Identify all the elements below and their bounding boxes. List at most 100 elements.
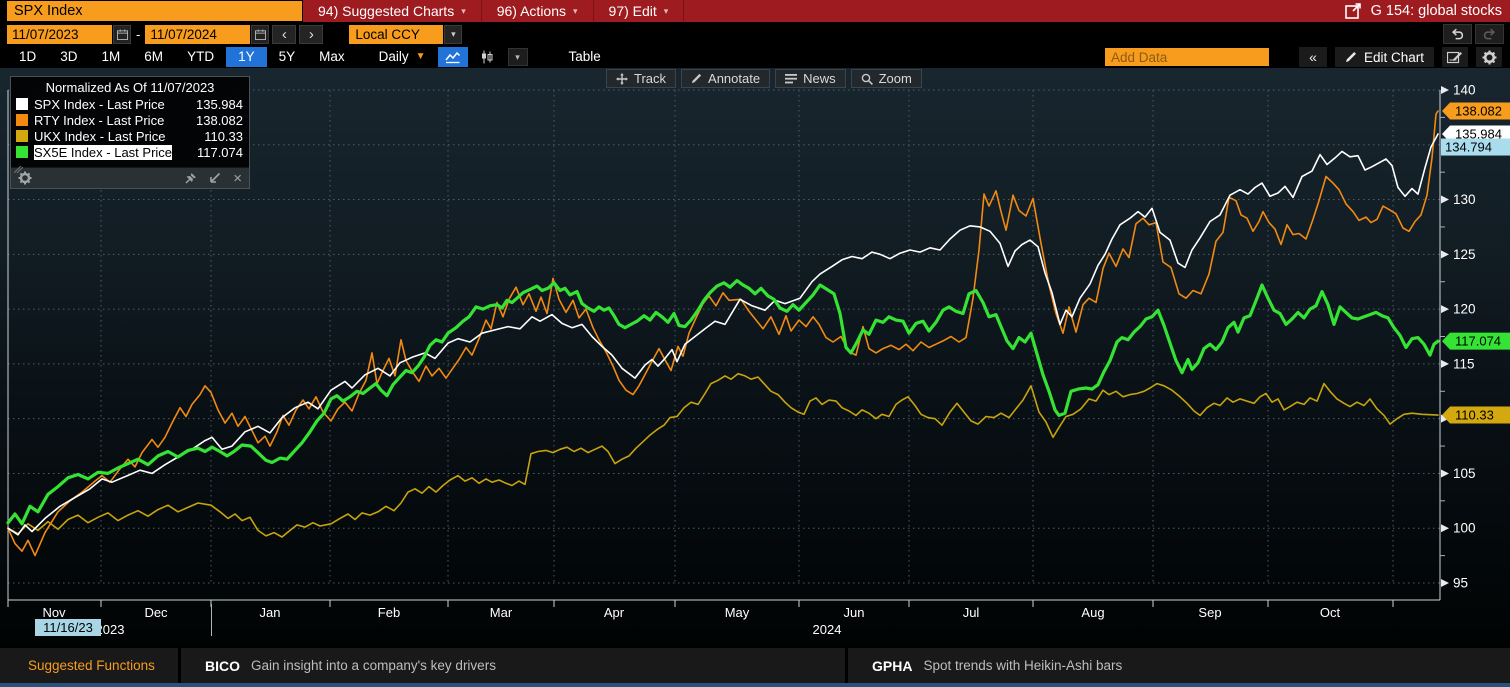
calendar-icon [255, 29, 266, 40]
button-label: News [803, 71, 836, 86]
function-description: Gain insight into a company's key driver… [251, 658, 496, 673]
chart-toolbar: 1D3D1M6MYTD1Y5YMax Daily ▼ ▾ Table « Edi… [0, 46, 1510, 68]
chart-overlay-buttons: Track Annotate News Zoom [606, 69, 922, 88]
gear-icon [1482, 50, 1497, 65]
legend-item-ukx[interactable]: UKX Index - Last Price 110.33 [11, 128, 249, 144]
end-date-input[interactable] [145, 25, 250, 44]
cursor-date-tag-label: 11/16/23 [43, 620, 93, 635]
range-tab-1y[interactable]: 1Y [226, 47, 267, 67]
undo-button[interactable] [1443, 24, 1472, 44]
legend-series-name: UKX Index - Last Price [34, 129, 166, 144]
close-icon[interactable]: × [233, 171, 242, 186]
annotate-button[interactable]: Annotate [681, 69, 770, 88]
legend-series-name: SX5E Index - Last Price [34, 145, 172, 160]
x-axis-year-label: 2024 [813, 622, 842, 637]
launchpad-title: G 154: global stocks [1371, 3, 1502, 19]
series-color-swatch [16, 146, 28, 158]
range-tab-1d[interactable]: 1D [7, 47, 48, 67]
chevron-down-icon: ▼ [416, 47, 426, 67]
chart-legend[interactable]: Normalized As Of 11/07/2023 SPX Index - … [10, 76, 250, 189]
gear-icon[interactable] [18, 171, 32, 185]
legend-item-rty[interactable]: RTY Index - Last Price138.082 [11, 112, 249, 128]
chart-area: NovDecJanFebMarAprMayJunJulAugSepOct2023… [0, 68, 1510, 648]
x-axis-month-label: May [725, 605, 750, 620]
menu-item-suggested-charts[interactable]: 94) Suggested Charts▾ [303, 0, 482, 22]
x-axis-month-label: Jul [963, 605, 980, 620]
currency-select[interactable]: Local CCY [349, 25, 443, 44]
track-button[interactable]: Track [606, 69, 676, 88]
menubar: 94) Suggested Charts▾96) Actions▾97) Edi… [303, 0, 1510, 22]
end-date-calendar-button[interactable] [251, 25, 269, 44]
legend-series-value: 110.33 [204, 129, 243, 144]
collapse-icon[interactable] [209, 172, 221, 184]
news-button[interactable]: News [775, 69, 846, 88]
menu-item-edit[interactable]: 97) Edit▾ [594, 0, 685, 22]
magnifier-icon [861, 73, 873, 85]
range-tab-max[interactable]: Max [307, 47, 357, 67]
chart-annotation-settings-button[interactable] [1442, 47, 1468, 67]
period-forward-button[interactable]: › [299, 25, 323, 44]
y-axis-tick-label: 120 [1453, 302, 1476, 317]
date-toolbar: - ‹ › Local CCY ▾ [0, 22, 1510, 46]
legend-resize-grip[interactable] [11, 160, 249, 167]
edit-chart-label: Edit Chart [1364, 50, 1424, 65]
line-chart-type-button[interactable] [438, 47, 468, 67]
date-range-separator: - [136, 27, 140, 42]
chevron-down-icon: ▾ [573, 6, 578, 17]
function-code: BICO [205, 658, 240, 674]
y-axis-major-tick [1441, 196, 1449, 204]
redo-button[interactable] [1475, 24, 1504, 44]
suggested-functions-label: Suggested Functions [0, 648, 178, 683]
chevron-down-icon: ▾ [461, 6, 466, 17]
chart-type-caret-button[interactable]: ▾ [508, 48, 528, 66]
x-axis-month-label: Nov [42, 605, 66, 620]
pin-icon[interactable] [185, 172, 197, 184]
y-axis-major-tick [1441, 524, 1449, 532]
button-label: Zoom [879, 71, 912, 86]
edit-chart-button[interactable]: Edit Chart [1335, 47, 1434, 67]
range-tab-3d[interactable]: 3D [48, 47, 89, 67]
pencil-icon [691, 73, 702, 84]
suggested-function-gpha[interactable]: GPHA Spot trends with Heikin-Ashi bars [848, 648, 1510, 683]
export-icon[interactable] [1345, 3, 1362, 19]
currency-caret-button[interactable]: ▾ [444, 25, 462, 44]
zoom-button[interactable]: Zoom [851, 69, 922, 88]
y-axis-major-tick [1441, 250, 1449, 258]
y-axis-tick-label: 95 [1453, 576, 1468, 591]
add-data-input[interactable] [1105, 48, 1269, 66]
x-axis-month-label: Oct [1320, 605, 1341, 620]
y-axis-major-tick [1441, 469, 1449, 477]
range-tab-6m[interactable]: 6M [132, 47, 175, 67]
menu-item-actions[interactable]: 96) Actions▾ [482, 0, 594, 22]
legend-title: Normalized As Of 11/07/2023 [11, 77, 249, 96]
suggested-function-bico[interactable]: BICO Gain insight into a company's key d… [181, 648, 845, 683]
calendar-icon [117, 29, 128, 40]
redo-icon [1482, 28, 1497, 40]
legend-series-value: 117.074 [197, 145, 243, 160]
candlestick-icon [480, 50, 494, 64]
range-tab-5y[interactable]: 5Y [267, 47, 308, 67]
legend-series-value: 135.984 [196, 97, 243, 112]
frequency-select[interactable]: Daily ▼ [371, 47, 434, 67]
button-label: Annotate [708, 71, 760, 86]
range-tab-1m[interactable]: 1M [90, 47, 133, 67]
y-axis-major-tick [1441, 305, 1449, 313]
start-date-calendar-button[interactable] [113, 25, 131, 44]
table-button[interactable]: Table [552, 47, 618, 67]
collapse-panel-button[interactable]: « [1299, 47, 1327, 67]
x-axis-month-label: Aug [1081, 605, 1104, 620]
legend-item-sx5e[interactable]: SX5E Index - Last Price 117.074 [11, 144, 249, 160]
candlestick-chart-type-button[interactable] [472, 47, 502, 67]
legend-footer: × [11, 167, 249, 188]
chart-edit-icon [1447, 51, 1463, 64]
period-back-button[interactable]: ‹ [272, 25, 296, 44]
line-chart-icon [444, 51, 461, 64]
legend-item-spx[interactable]: SPX Index - Last Price135.984 [11, 96, 249, 112]
news-icon [785, 74, 797, 84]
suggested-functions-bar: Suggested Functions BICO Gain insight in… [0, 648, 1510, 683]
range-tab-ytd[interactable]: YTD [175, 47, 226, 67]
bottom-accent-strip [0, 683, 1510, 687]
security-input[interactable] [7, 1, 302, 21]
start-date-input[interactable] [7, 25, 112, 44]
chart-settings-button[interactable] [1476, 47, 1502, 67]
